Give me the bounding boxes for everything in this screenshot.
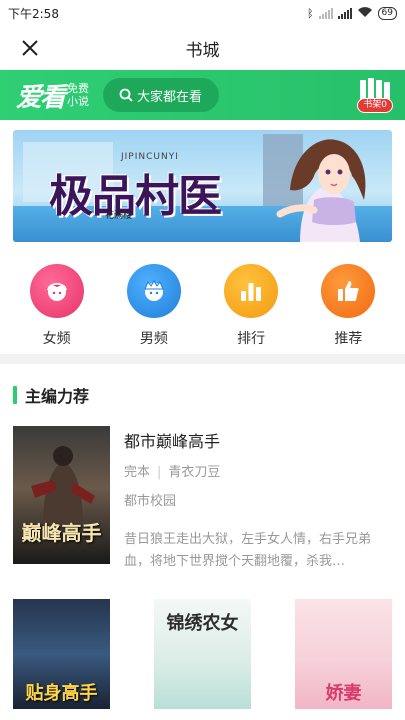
promo-banner[interactable]: JIPINCUNYI 极品村医 花满楼	[13, 130, 392, 242]
wifi-icon	[357, 6, 373, 21]
title-bar: 书城	[0, 26, 405, 70]
battery-indicator: 69	[377, 6, 397, 20]
logo-main-text: 爱看	[16, 82, 66, 113]
category-ranking-circle	[224, 264, 279, 318]
meta-separator: |	[157, 465, 162, 480]
book-cover-1[interactable]: 贴身高手	[13, 599, 110, 709]
featured-book[interactable]: 巅峰高手 都市巅峰高手 完本 | 青衣刀豆 都市校园 昔日狼王走出大狱，左手女人情，…	[0, 426, 405, 576]
featured-book-genre: 都市校园	[124, 494, 177, 509]
category-female-label: 女频	[42, 331, 71, 347]
book-cover-2-text: 锦绣农女	[166, 613, 239, 634]
category-male-label: 男频	[139, 331, 168, 347]
banner-character-illustration	[276, 139, 366, 242]
status-icons: ᛒ 69	[307, 6, 397, 21]
close-button[interactable]	[8, 26, 52, 70]
female-icon	[46, 283, 67, 301]
male-icon	[144, 280, 164, 301]
close-icon	[22, 40, 38, 56]
section-header: 主编力荐	[0, 364, 405, 426]
category-recommend-label: 推荐	[334, 331, 363, 347]
search-icon	[119, 88, 133, 102]
featured-book-title: 都市巅峰高手	[124, 432, 221, 451]
featured-book-cover-text: 巅峰高手	[21, 521, 102, 545]
category-recommend[interactable]: 推荐	[313, 264, 383, 354]
featured-book-author: 青衣刀豆	[168, 465, 221, 480]
category-nav: 女频 男频 排行 推荐	[0, 242, 405, 354]
logo-sub-line-1: 免费	[67, 82, 90, 95]
thumbs-up-icon	[338, 281, 360, 301]
section-accent-bar	[13, 386, 17, 404]
featured-book-meta: 完本 | 青衣刀豆	[124, 461, 392, 480]
signal-icon-1	[318, 7, 333, 19]
book-cover-3-text: 娇妻	[325, 683, 362, 704]
book-cover-1-text: 贴身高手	[25, 683, 98, 704]
logo-sub: 免费 小说	[67, 82, 89, 108]
banner-author: 花满楼	[105, 211, 133, 221]
app-header: 爱看 免费 小说 大家都在看 书架0	[0, 70, 405, 120]
book-cover-3[interactable]: 娇妻	[295, 599, 392, 709]
featured-book-info: 都市巅峰高手 完本 | 青衣刀豆 都市校园 昔日狼王走出大狱，左手女人情，右手兄弟血…	[124, 426, 392, 576]
search-label: 大家都在看	[137, 89, 203, 105]
featured-book-status: 完本	[124, 465, 151, 480]
category-male-circle	[126, 264, 181, 318]
banner-title: 极品村医	[49, 171, 222, 222]
status-bar: 下午2:58 ᛒ 69	[0, 0, 405, 26]
bookshelf-badge: 书架0	[357, 97, 393, 113]
search-button[interactable]: 大家都在看	[103, 78, 220, 112]
book-cover-2[interactable]: 锦绣农女	[154, 599, 251, 709]
category-female-circle	[29, 264, 84, 318]
bookshelf-button[interactable]: 书架0	[357, 77, 393, 113]
app-logo: 爱看 免费 小说	[16, 77, 89, 114]
signal-icon-2	[337, 7, 352, 19]
bookstore-screen: 下午2:58 ᛒ 69 书城 爱看 免费 小说 大家都在看 书架0 JIPINC…	[0, 0, 405, 720]
category-ranking[interactable]: 排行	[216, 264, 286, 354]
category-ranking-label: 排行	[237, 331, 266, 347]
category-recommend-circle	[321, 264, 376, 318]
status-time: 下午2:58	[8, 6, 59, 21]
featured-book-cover: 巅峰高手	[13, 426, 110, 564]
logo-sub-line-2: 小说	[67, 95, 90, 108]
page-title: 书城	[185, 40, 220, 61]
section-title: 主编力荐	[25, 387, 90, 406]
category-male[interactable]: 男频	[119, 264, 189, 354]
book-cover-row: 贴身高手 锦绣农女 娇妻	[0, 576, 405, 709]
category-female[interactable]: 女频	[22, 264, 92, 354]
featured-book-description: 昔日狼王走出大狱，左手女人情，右手兄弟血，将地下世界搅个天翻地覆，杀我…	[124, 532, 372, 569]
section-divider	[0, 354, 405, 364]
bookshelf-icon	[360, 77, 391, 100]
bluetooth-icon: ᛒ	[306, 6, 314, 20]
ranking-icon	[241, 283, 262, 301]
